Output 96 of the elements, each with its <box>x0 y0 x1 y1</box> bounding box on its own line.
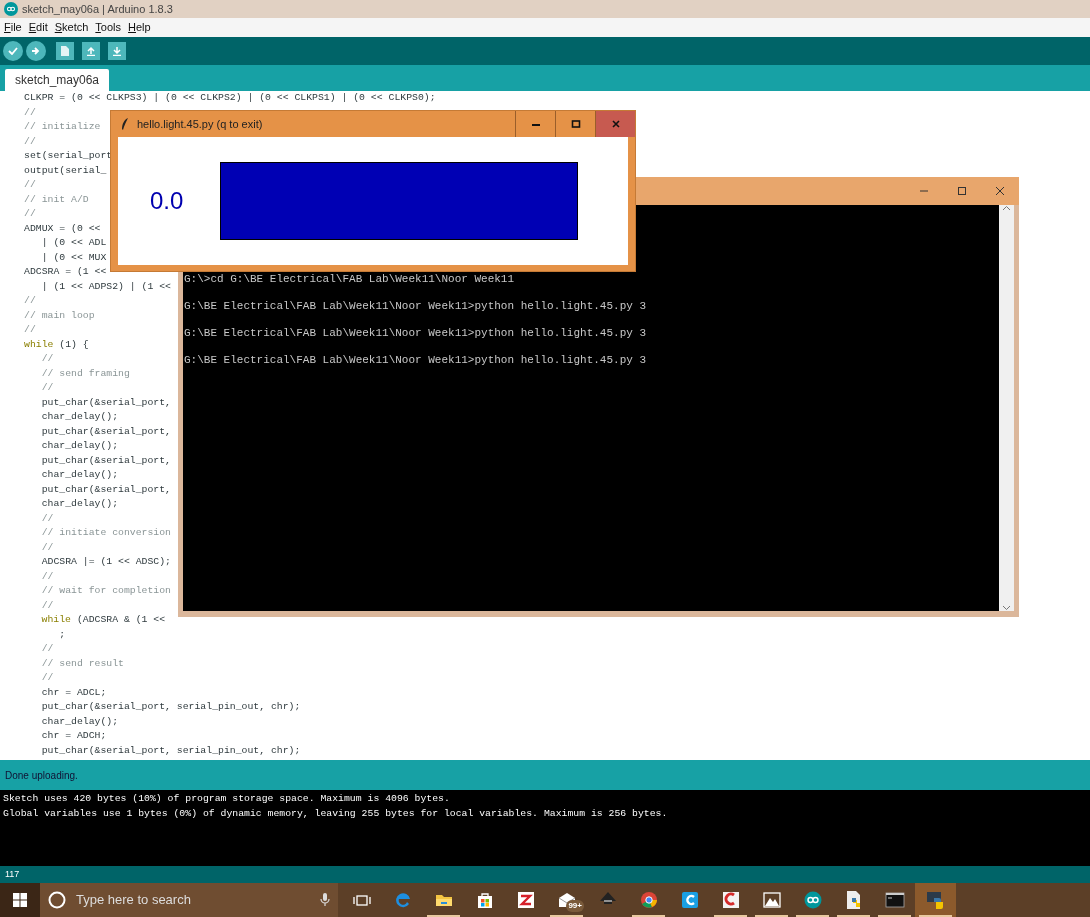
check-icon <box>8 47 18 55</box>
code-line: ADCSRA = (1 << <box>24 265 107 279</box>
code-line: // send result <box>40 656 124 671</box>
menu-item[interactable]: Edit <box>28 19 48 36</box>
code-line: | (0 << MUX <box>40 250 107 265</box>
window-title: hello.light.45.py (q to exit) <box>137 116 264 132</box>
code-line: // <box>24 207 36 221</box>
code-line: // main loop <box>24 308 95 323</box>
code-line: while (1) { <box>24 337 89 352</box>
code-line: | (1 << ADPS2) | (1 << <box>40 279 171 294</box>
scroll-down-icon[interactable] <box>1002 605 1011 611</box>
code-line: // <box>40 381 54 395</box>
code-line: // initialize <box>24 120 101 134</box>
code-line: chr = ADCH; <box>40 729 107 743</box>
terminal-line: G:\BE Electrical\FAB Lab\Week11\Noor Week11>python hello.light.45.py 3 <box>184 299 648 313</box>
code-line: put_char(&serial_port, <box>40 395 171 410</box>
feather-icon <box>121 118 129 130</box>
mountain-picture-icon <box>761 890 782 910</box>
console-output-line: Sketch uses 420 bytes (10%) of program storage space. Maximum is 4096 bytes. <box>3 792 451 806</box>
code-line: // <box>24 105 36 120</box>
editor-tab[interactable]: sketch_may06a <box>5 69 110 91</box>
console-output-line: Global variables use 1 bytes (0%) of dynamic memory, leaving 255 bytes for local variables. Maximum is 256 bytes. <box>3 806 669 821</box>
code-line: // <box>40 598 54 613</box>
code-line: CLKPR = (0 << CLKPS3) | (0 << CLKPS2) | (0 << CLKPS1) | (0 << CLKPS0); <box>24 91 436 105</box>
code-line: put_char(&serial_port, <box>40 424 171 439</box>
code-line: char_delay(); <box>40 439 119 453</box>
code-line: // <box>40 671 54 685</box>
code-line: output(serial_ <box>24 163 107 178</box>
document-icon <box>61 46 69 56</box>
terminal-line: G:\BE Electrical\FAB Lab\Week11\Noor Week11>python hello.light.45.py 3 <box>184 326 648 340</box>
arrow-up-icon <box>86 46 96 56</box>
code-line: put_char(&serial_port, serial_pin_out, chr); <box>40 743 301 758</box>
terminal-icon <box>884 890 905 910</box>
close-button[interactable] <box>595 111 635 137</box>
terminal-line: G:\BE Electrical\FAB Lab\Week11\Noor Week11>python hello.light.45.py 3 <box>184 353 648 367</box>
code-line: while (ADCSRA & (1 << <box>41 613 166 627</box>
window-title: sketch_may06a | Arduino 1.8.3 <box>22 1 173 17</box>
windows-logo-icon <box>13 893 27 907</box>
python-logo-icon <box>925 890 946 910</box>
code-line: char_delay(); <box>40 497 119 511</box>
code-line: put_char(&serial_port, <box>40 482 171 497</box>
code-line: | (0 << ADL <box>40 236 107 250</box>
c-swirl-icon <box>720 890 741 910</box>
code-line: // <box>24 178 36 192</box>
menu-item[interactable]: File <box>4 19 22 36</box>
code-line: char_delay(); <box>40 468 119 482</box>
code-line: // <box>40 511 54 526</box>
start-button[interactable] <box>0 883 40 917</box>
arrow-down-icon <box>112 46 122 56</box>
code-line: // <box>24 134 36 149</box>
verify-button[interactable] <box>3 41 23 61</box>
circle-icon <box>48 891 66 909</box>
code-line: ; <box>58 627 66 642</box>
code-line: ADCSRA |= (1 << ADSC); <box>40 555 171 569</box>
arrow-right-icon <box>31 46 41 56</box>
menu-item[interactable]: Sketch <box>54 19 89 36</box>
taskbar-app-button[interactable] <box>915 883 956 917</box>
code-line: // <box>24 294 36 308</box>
code-line: // <box>40 569 54 584</box>
code-line: char_delay(); <box>40 410 119 424</box>
close-icon <box>994 185 1006 197</box>
infinity-logo-icon <box>4 2 18 16</box>
menu-item[interactable]: Help <box>128 19 151 36</box>
code-line: // <box>40 642 54 656</box>
light-reading: 0.0 <box>150 186 185 216</box>
code-line: ADMUX = (0 << <box>24 221 101 236</box>
maximize-icon <box>956 185 968 197</box>
microphone-icon[interactable] <box>320 893 330 907</box>
code-line: // wait for completion <box>40 584 171 598</box>
notification-badge: 99+ <box>566 900 584 912</box>
status-message: Done uploading. <box>5 768 78 783</box>
scroll-up-icon[interactable] <box>1002 205 1011 211</box>
maximize-icon <box>569 118 582 130</box>
line-number: 117 <box>5 867 20 881</box>
code-line: // <box>40 352 54 366</box>
code-line: // init A/D <box>24 192 89 207</box>
infinity-icon <box>802 890 823 910</box>
code-line: // <box>40 540 54 555</box>
code-line: // send framing <box>40 366 130 381</box>
code-line: put_char(&serial_port, <box>40 453 171 468</box>
round-browser-icon <box>638 890 659 910</box>
z-letter-icon <box>515 890 536 910</box>
search-field[interactable]: Type here to search <box>40 883 338 917</box>
c-letter-icon <box>679 890 700 910</box>
close-icon <box>609 118 622 130</box>
menu-item[interactable]: Tools <box>95 19 122 36</box>
code-line: put_char(&serial_port, serial_pin_out, chr); <box>40 700 301 714</box>
code-line: chr = ADCL; <box>40 685 107 700</box>
code-line: char_delay(); <box>40 714 119 729</box>
upload-button[interactable] <box>26 41 46 61</box>
code-line: // initiate conversion <box>40 526 171 540</box>
scrollbar[interactable] <box>999 205 1014 611</box>
taskbar-app-button[interactable]: 99+ <box>546 883 587 917</box>
code-line: set(serial_port <box>24 149 113 163</box>
code-line: // <box>24 323 36 337</box>
terminal-line: G:\>cd G:\BE Electrical\FAB Lab\Week11\Noor Week11 <box>184 272 516 286</box>
